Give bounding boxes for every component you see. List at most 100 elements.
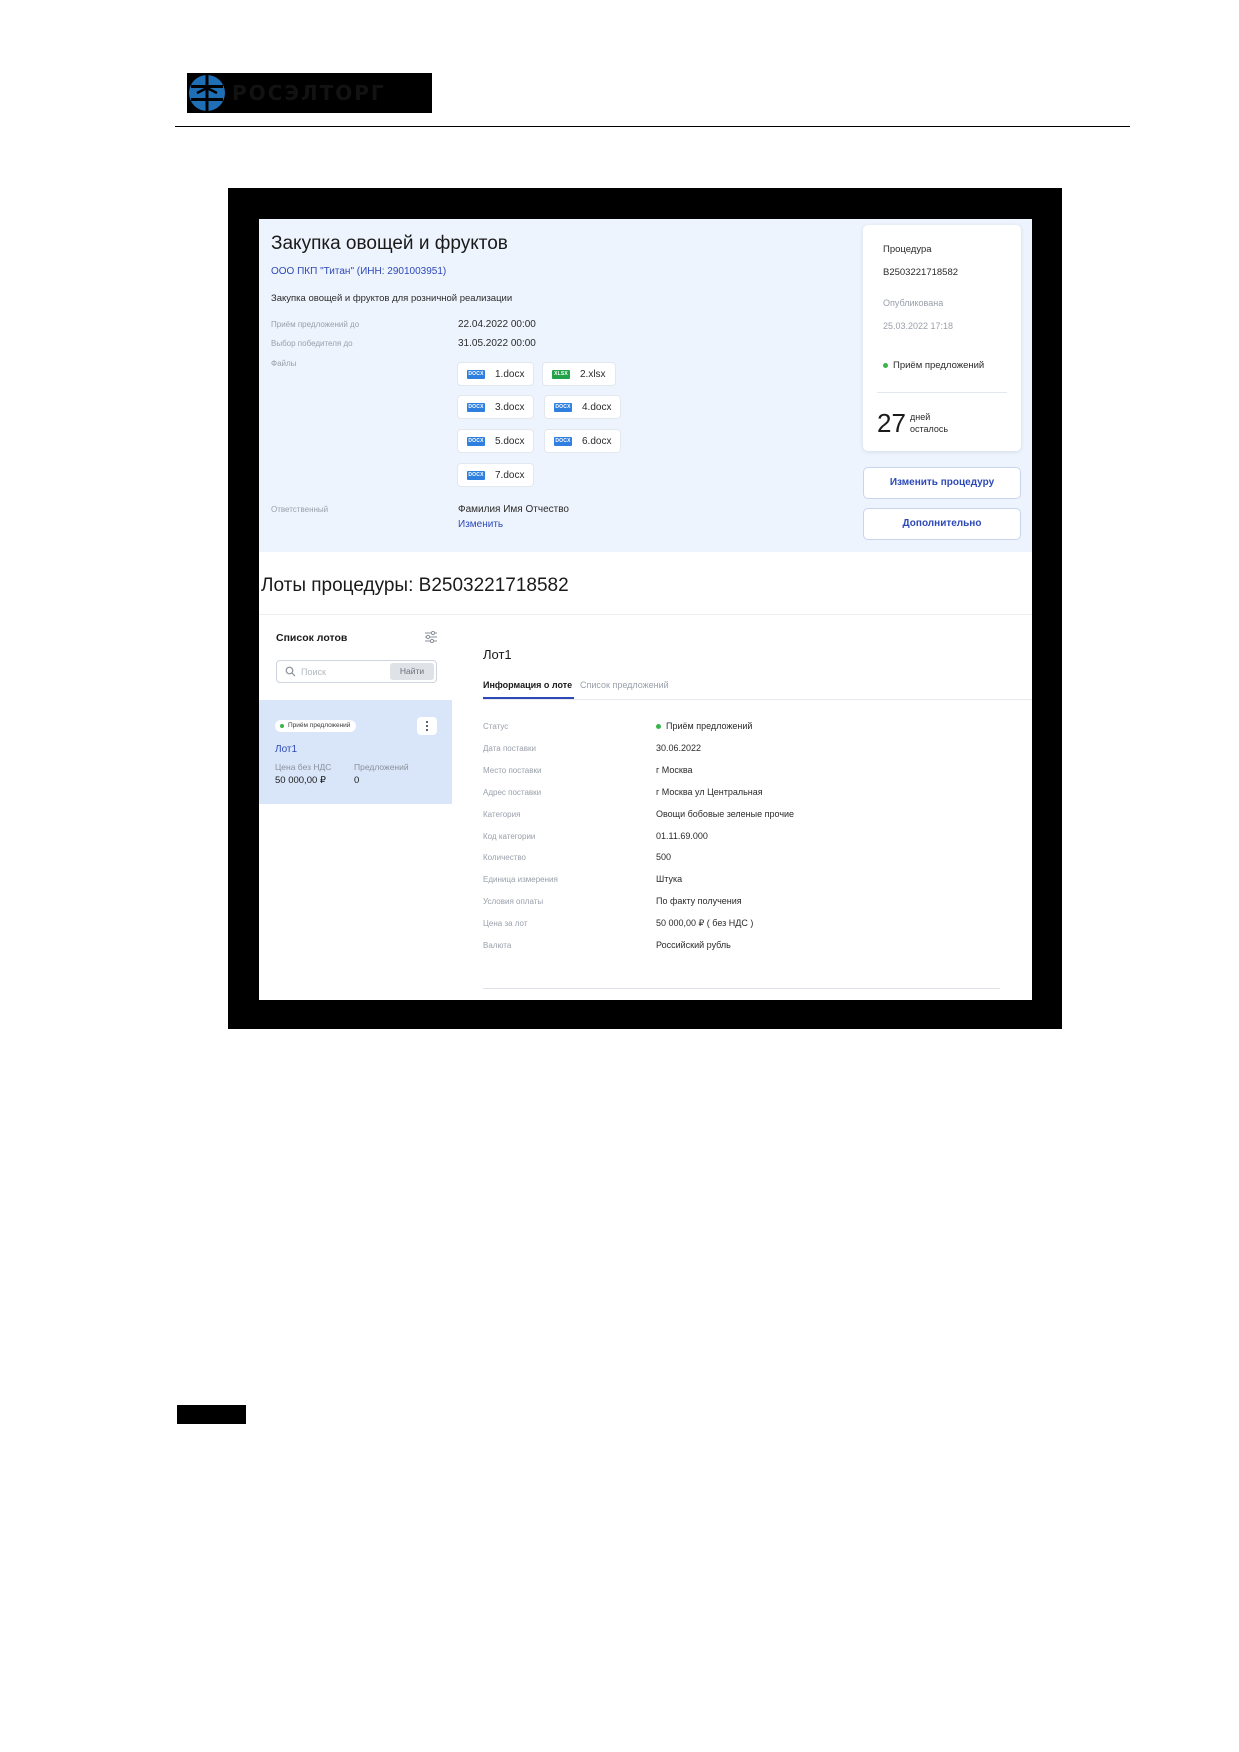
lot-search-box: Найти bbox=[276, 660, 437, 683]
lots-list-title: Список лотов bbox=[276, 632, 348, 644]
info-value-text: г Москва bbox=[656, 765, 693, 775]
info-label: Статус bbox=[483, 722, 509, 731]
file-chip[interactable]: XLSX 2.xlsx bbox=[542, 362, 616, 386]
info-value-text: Приём предложений bbox=[666, 721, 753, 731]
search-icon bbox=[285, 666, 296, 677]
info-value: Приём предложений bbox=[656, 721, 752, 731]
info-value-text: Штука bbox=[656, 874, 683, 884]
filter-settings-icon[interactable] bbox=[424, 631, 438, 643]
info-value-text: По факту получения bbox=[656, 896, 742, 906]
procedure-number: B2503221718582 bbox=[883, 267, 959, 278]
files-label: Файлы bbox=[271, 359, 297, 368]
edit-procedure-button[interactable]: Изменить процедуру bbox=[863, 467, 1021, 499]
info-value: 01.11.69.000 bbox=[656, 831, 708, 841]
info-value-text: Российский рубль bbox=[656, 940, 731, 950]
file-chip[interactable]: DOCX 3.docx bbox=[457, 395, 535, 419]
status-text: Приём предложений bbox=[893, 360, 985, 371]
info-value-text: 30.06.2022 bbox=[656, 743, 702, 753]
more-vertical-icon[interactable] bbox=[417, 717, 437, 735]
lot-status-text: Приём предложений bbox=[288, 722, 351, 729]
file-name: 7.docx bbox=[495, 469, 525, 481]
xlsx-file-icon: XLSX bbox=[552, 369, 570, 379]
info-label: Код категории bbox=[483, 832, 536, 841]
procedure-summary-card: Процедура B2503221718582 Опубликована 25… bbox=[863, 225, 1021, 451]
info-value: г Москва bbox=[656, 765, 693, 775]
info-value: г Москва ул Центральная bbox=[656, 787, 763, 797]
file-chip[interactable]: DOCX 5.docx bbox=[457, 429, 535, 453]
days-word: дней bbox=[910, 412, 931, 422]
info-label: Условия оплаты bbox=[483, 897, 544, 906]
more-button[interactable]: Дополнительно bbox=[863, 508, 1021, 540]
info-label: Адрес поставки bbox=[483, 788, 542, 797]
docx-file-icon: DOCX bbox=[554, 436, 572, 446]
info-label: Категория bbox=[483, 810, 521, 819]
file-name: 2.xlsx bbox=[580, 368, 606, 380]
redacted-block bbox=[177, 1405, 246, 1424]
lot-detail-title: Лот1 bbox=[483, 647, 512, 662]
header-divider bbox=[175, 126, 1130, 127]
logo-wordmark: РОСЭЛТОРГ bbox=[232, 81, 386, 105]
tab-lot-info[interactable]: Информация о лоте bbox=[483, 680, 572, 690]
status-dot-icon bbox=[280, 724, 284, 728]
lot-offers-value: 0 bbox=[354, 775, 360, 786]
info-value-text: 50 000,00 ₽ ( без НДС ) bbox=[656, 918, 754, 928]
file-name: 3.docx bbox=[495, 401, 525, 413]
lot-search-input[interactable] bbox=[301, 664, 381, 679]
file-name: 5.docx bbox=[495, 435, 525, 447]
lot-offers-label: Предложений bbox=[354, 762, 409, 772]
change-responsible-link[interactable]: Изменить bbox=[458, 519, 503, 530]
card-divider bbox=[877, 392, 1007, 393]
docx-file-icon: DOCX bbox=[467, 369, 485, 379]
status-dot-icon bbox=[883, 363, 888, 368]
info-value: Штука bbox=[656, 874, 682, 884]
lots-section-title: Лоты процедуры: B2503221718582 bbox=[261, 575, 569, 596]
lot-status-badge: Приём предложений bbox=[275, 720, 357, 732]
info-value: 50 000,00 ₽ ( без НДС ) bbox=[656, 918, 753, 929]
lot-list-item[interactable]: Приём предложений Лот1 Цена без НДС Пред… bbox=[259, 700, 452, 804]
docx-file-icon: DOCX bbox=[467, 402, 485, 412]
procedure-title: Закупка овощей и фруктов bbox=[271, 233, 508, 254]
info-value-text: г Москва ул Центральная bbox=[656, 787, 763, 797]
offers-until-value: 22.04.2022 00:00 bbox=[458, 319, 536, 330]
file-name: 1.docx bbox=[495, 368, 525, 380]
roseltorg-logo: РОСЭЛТОРГ bbox=[187, 73, 432, 113]
file-chip[interactable]: DOCX 4.docx bbox=[544, 395, 622, 419]
info-label: Единица измерения bbox=[483, 875, 558, 884]
winner-until-label: Выбор победителя до bbox=[271, 339, 353, 348]
tab-offers-list[interactable]: Список предложений bbox=[580, 680, 669, 690]
info-value: Российский рубль bbox=[656, 940, 731, 950]
screenshot-frame: Закупка овощей и фруктов ООО ПКП "Титан"… bbox=[228, 188, 1062, 1029]
file-chip[interactable]: DOCX 1.docx bbox=[457, 362, 535, 386]
status-dot-icon bbox=[656, 723, 661, 729]
lot-price-label: Цена без НДС bbox=[275, 762, 332, 772]
info-value-text: 01.11.69.000 bbox=[656, 831, 708, 841]
docx-file-icon: DOCX bbox=[467, 436, 485, 446]
file-chip[interactable]: DOCX 7.docx bbox=[457, 463, 535, 487]
info-value: Овощи бобовые зеленые прочие bbox=[656, 809, 794, 819]
docx-file-icon: DOCX bbox=[554, 402, 572, 412]
info-label: Валюта bbox=[483, 941, 512, 950]
info-value: 500 bbox=[656, 852, 671, 862]
days-left-number: 27 bbox=[877, 408, 906, 438]
docx-file-icon: DOCX bbox=[467, 470, 485, 480]
info-value-text: 500 bbox=[656, 852, 672, 862]
organization-link[interactable]: ООО ПКП "Титан" (ИНН: 2901003951) bbox=[271, 266, 446, 277]
info-value: 30.06.2022 bbox=[656, 743, 701, 753]
info-label: Дата поставки bbox=[483, 744, 536, 753]
file-chip[interactable]: DOCX 6.docx bbox=[544, 429, 622, 453]
file-name: 4.docx bbox=[582, 401, 612, 413]
info-label: Место поставки bbox=[483, 766, 542, 775]
winner-until-value: 31.05.2022 00:00 bbox=[458, 338, 536, 349]
search-button[interactable]: Найти bbox=[390, 663, 434, 680]
tabs-divider bbox=[483, 699, 1032, 700]
published-value: 25.03.2022 17:18 bbox=[883, 321, 954, 331]
responsible-label: Ответственный bbox=[271, 505, 329, 514]
info-bottom-divider bbox=[483, 988, 1000, 989]
info-label: Цена за лот bbox=[483, 919, 528, 928]
procedure-label: Процедура bbox=[883, 244, 932, 255]
procedure-page: Закупка овощей и фруктов ООО ПКП "Титан"… bbox=[259, 219, 1032, 1000]
responsible-value: Фамилия Имя Отчество bbox=[458, 504, 569, 515]
info-value-text: Овощи бобовые зеленые прочие bbox=[656, 809, 795, 819]
file-name: 6.docx bbox=[582, 435, 612, 447]
procedure-description: Закупка овощей и фруктов для розничной р… bbox=[271, 293, 513, 304]
